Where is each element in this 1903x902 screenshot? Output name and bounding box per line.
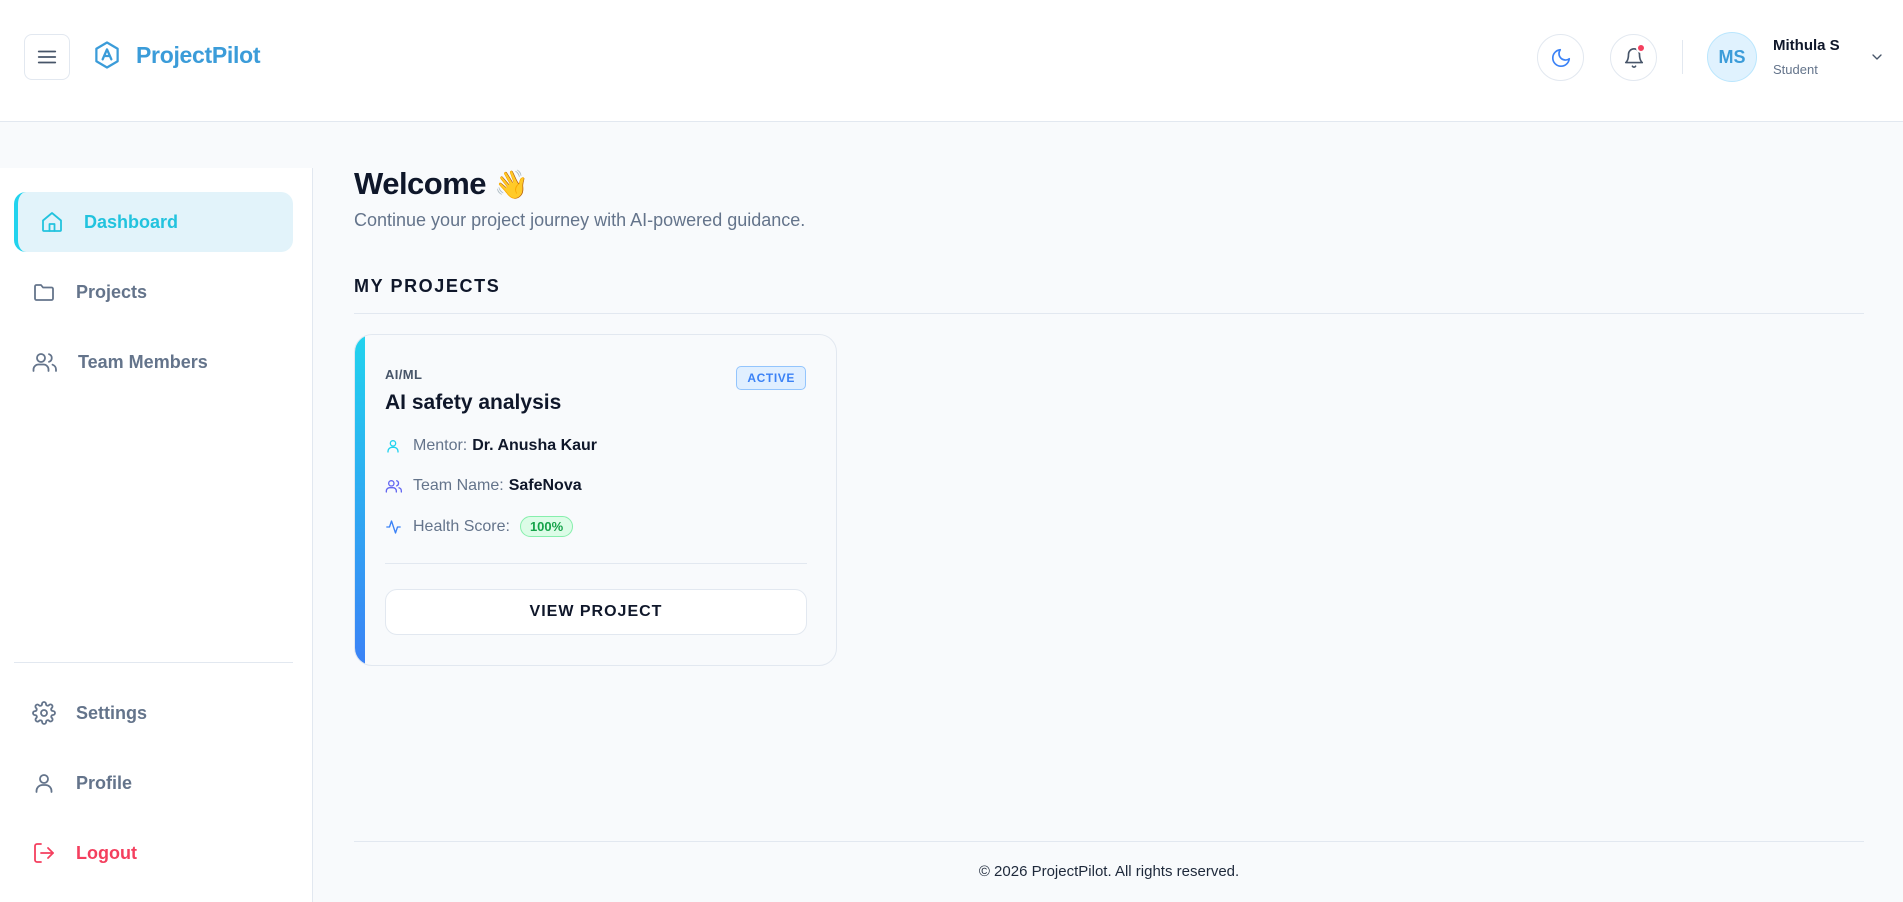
sidebar-item-label: Profile [76, 772, 133, 793]
page-subtitle: Continue your project journey with AI-po… [354, 210, 806, 230]
team-name: SafeNova [508, 477, 582, 494]
user-name: Mithula S [1773, 37, 1840, 54]
theme-toggle-button[interactable] [1537, 34, 1584, 81]
gear-icon [32, 701, 56, 725]
footer-copyright: © 2026 ProjectPilot. All rights reserved… [978, 863, 1240, 880]
card-divider [385, 563, 807, 564]
notification-dot [1636, 43, 1646, 53]
status-badge: ACTIVE [736, 366, 806, 390]
team-row: Team Name: SafeNova [385, 477, 582, 495]
sidebar: Dashboard Projects Team Members Settings… [0, 168, 313, 902]
avatar: MS [1707, 32, 1757, 82]
sidebar-item-label: Logout [76, 842, 137, 863]
users-icon [32, 353, 57, 372]
welcome-heading: Welcome 👋 [354, 166, 529, 202]
sidebar-item-dashboard[interactable]: Dashboard [14, 192, 293, 252]
section-divider [354, 313, 1864, 314]
moon-icon [1551, 48, 1570, 67]
sidebar-item-profile[interactable]: Profile [14, 753, 293, 813]
header-divider [1682, 40, 1683, 74]
sidebar-item-label: Dashboard [84, 211, 179, 232]
sidebar-item-label: Team Members [78, 351, 208, 372]
folder-icon [34, 284, 54, 301]
hamburger-icon [37, 50, 57, 64]
footer-divider [354, 841, 1864, 842]
brand-name: ProjectPilot [136, 41, 261, 68]
card-accent-bar [355, 335, 365, 665]
activity-icon [385, 519, 403, 535]
page-title: Welcome [354, 166, 487, 201]
user-icon [385, 438, 403, 454]
team-label: Team Name: [413, 477, 504, 494]
section-title: MY PROJECTS [354, 276, 501, 296]
user-info: Mithula S Student [1773, 37, 1863, 77]
project-pilot-logo-icon [95, 41, 119, 69]
sidebar-item-team-members[interactable]: Team Members [14, 332, 293, 392]
top-header: ProjectPilot MS Mithula S Student [0, 0, 1903, 122]
health-score-badge: 100% [519, 516, 574, 537]
user-icon [35, 774, 53, 793]
sidebar-item-logout[interactable]: Logout [14, 823, 293, 883]
logout-icon [34, 843, 54, 863]
mentor-row: Mentor: Dr. Anusha Kaur [385, 437, 597, 455]
menu-toggle-button[interactable] [24, 34, 70, 80]
project-category: AI/ML [385, 367, 423, 382]
sidebar-item-projects[interactable]: Projects [14, 262, 293, 322]
sidebar-item-label: Settings [76, 702, 148, 723]
project-card[interactable]: AI/ML ACTIVE AI safety analysis Mentor: … [354, 334, 837, 666]
project-title: AI safety analysis [385, 391, 562, 414]
sidebar-item-settings[interactable]: Settings [14, 683, 293, 743]
sidebar-item-label: Projects [76, 281, 148, 302]
sidebar-divider [14, 662, 293, 663]
users-icon [385, 478, 403, 494]
brand-logo[interactable]: ProjectPilot [92, 40, 261, 70]
user-menu[interactable]: MS Mithula S Student [1707, 32, 1885, 82]
mentor-label: Mentor: [413, 437, 468, 454]
view-project-button[interactable]: VIEW PROJECT [385, 589, 807, 635]
health-label: Health Score: [413, 517, 510, 535]
health-row: Health Score: 100% [385, 516, 574, 537]
mentor-name: Dr. Anusha Kaur [472, 437, 598, 454]
home-icon [42, 212, 62, 232]
chevron-down-icon [1869, 49, 1885, 65]
notifications-button[interactable] [1610, 34, 1657, 81]
waving-hand-icon: 👋 [494, 168, 529, 200]
user-role: Student [1773, 62, 1818, 77]
